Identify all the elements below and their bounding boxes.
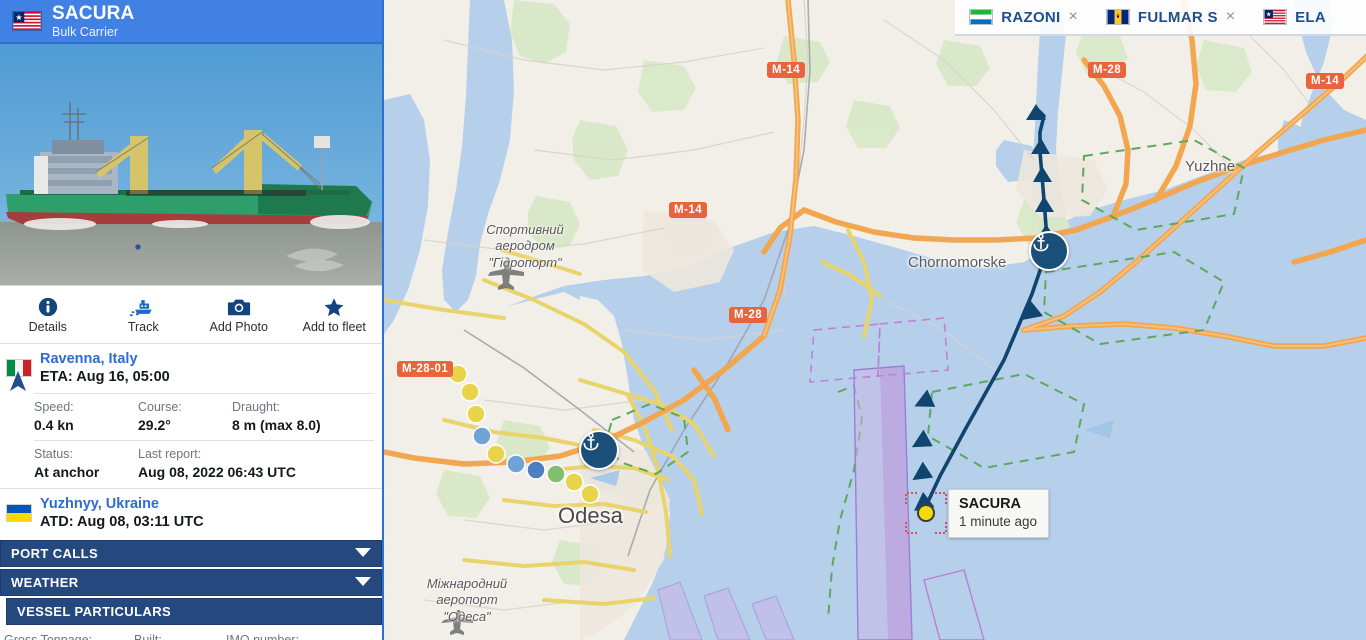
map-label-odesa: Odesa — [558, 503, 623, 528]
anchor-glyph — [583, 432, 599, 451]
vessel-type: Bulk Carrier — [52, 24, 118, 39]
vessel-callout[interactable]: SACURA 1 minute ago — [948, 489, 1050, 538]
section-weather[interactable]: WEATHER — [0, 568, 382, 596]
gross-tonnage-cell: Gross Tonnage: 8890 — [0, 632, 134, 640]
road-shield-m14-a: M-14 — [767, 62, 806, 78]
section-label: PORT CALLS — [11, 545, 99, 561]
ukraine-flag-icon — [6, 503, 32, 522]
imo-number-cell: IMO number: 9497000 — [226, 632, 299, 640]
speed-value: 0.4 kn — [34, 416, 74, 433]
panel-header: SACURA Bulk Carrier — [0, 0, 382, 44]
vessel-name: SACURA — [52, 3, 135, 25]
anchor-glyph — [1033, 233, 1049, 252]
destination-eta: ETA: Aug 16, 05:00 — [40, 369, 170, 386]
built-label: Built: — [134, 632, 162, 640]
imo-number-label: IMO number: — [226, 632, 299, 640]
draught-value: 8 m (max 8.0) — [232, 416, 321, 433]
star-icon — [324, 297, 344, 316]
tab-label: ELA — [1295, 8, 1326, 26]
anchor-icon[interactable] — [579, 430, 619, 470]
road-shield-m28-a: M-28 — [1088, 62, 1127, 78]
map-label-yuzhne: Yuzhne — [1185, 158, 1236, 175]
status-value: At anchor — [34, 463, 100, 480]
course-label: Course: — [138, 400, 182, 415]
vessel-particulars-table: Gross Tonnage: 8890 Built: 2011 IMO numb… — [0, 625, 382, 640]
draught-label: Draught: — [232, 400, 280, 415]
tab-label: RAZONI — [1001, 8, 1061, 26]
tab-razoni[interactable]: RAZONI × — [955, 0, 1092, 36]
origin-port[interactable]: Yuzhnyy, Ukraine ATD: Aug 08, 03:11 UTC — [0, 487, 382, 538]
last-report-label: Last report: — [138, 447, 202, 462]
map-poi-hidroport: Спортивний аеродром "Гідропорт" — [486, 222, 564, 270]
route-arrow-icon — [10, 371, 26, 392]
last-report-value: Aug 08, 2022 06:43 UTC — [138, 463, 296, 480]
map-label-chornomorske: Chornomorske — [908, 254, 1007, 271]
action-label: Add to fleet — [302, 319, 366, 334]
draught-stat: Draught: 8 m (max 8.0) — [232, 399, 321, 434]
last-report-stat: Last report: Aug 08, 2022 06:43 UTC — [138, 446, 296, 481]
origin-atd: ATD: Aug 08, 03:11 UTC — [40, 513, 204, 530]
map-canvas[interactable]: Yuzhne Chornomorske Odesa Спортивний аер… — [384, 0, 1366, 640]
course-stat: Course: 29.2° — [138, 399, 232, 434]
track-button[interactable]: Track — [96, 286, 192, 343]
anchor-icon[interactable] — [1029, 231, 1069, 271]
barbados-flag-icon — [1105, 9, 1130, 25]
section-vessel-particulars[interactable]: VESSEL PARTICULARS — [6, 597, 382, 625]
liberia-flag-icon — [1263, 9, 1288, 25]
course-value: 29.2° — [138, 416, 171, 433]
stats-row-1: Speed: 0.4 kn Course: 29.2° Draught: 8 m… — [34, 393, 374, 440]
origin-port-name: Yuzhnyy, Ukraine — [40, 495, 159, 512]
tab-fulmar-s[interactable]: FULMAR S × — [1091, 0, 1250, 36]
add-photo-button[interactable]: Add Photo — [191, 286, 287, 343]
camera-icon — [227, 299, 250, 315]
ship-track-icon — [130, 299, 152, 316]
add-to-fleet-button[interactable]: Add to fleet — [287, 286, 383, 343]
gross-tonnage-label: Gross Tonnage: — [4, 632, 93, 640]
liberia-flag-icon — [12, 11, 42, 31]
tab-ela[interactable]: ELA — [1249, 0, 1366, 36]
action-label: Details — [28, 319, 67, 334]
vessel-callout-title: SACURA — [959, 496, 1022, 512]
sierra-leone-flag-icon — [969, 9, 994, 25]
speed-stat: Speed: 0.4 kn — [34, 399, 138, 434]
section-label: VESSEL PARTICULARS — [17, 603, 172, 619]
speed-label: Speed: — [34, 400, 74, 415]
vessel-photo[interactable] — [0, 44, 382, 286]
destination-port[interactable]: Ravenna, Italy ETA: Aug 16, 05:00 — [0, 344, 382, 393]
road-shield-m14-c: M-14 — [669, 202, 708, 218]
vessel-info-panel: SACURA Bulk Carrier Details Track Add Ph… — [0, 0, 384, 640]
section-port-calls[interactable]: PORT CALLS — [0, 539, 382, 567]
map-poi-odesa-airport: Міжнародний аеропорт "Одеса" — [426, 576, 508, 624]
vessel-callout-time: 1 minute ago — [959, 514, 1038, 530]
vesselfinder-app: Yuzhne Chornomorske Odesa Спортивний аер… — [0, 0, 1366, 640]
close-icon[interactable]: × — [1069, 9, 1078, 25]
details-button[interactable]: Details — [0, 286, 96, 343]
action-label: Track — [127, 319, 159, 334]
status-label: Status: — [34, 447, 73, 462]
voyage-summary: Ravenna, Italy ETA: Aug 16, 05:00 Speed: — [0, 344, 382, 538]
road-shield-m28-b: M-28 — [729, 307, 768, 323]
vessel-photo-image — [0, 44, 382, 285]
action-label: Add Photo — [209, 319, 268, 334]
vessel-position-marker[interactable] — [917, 504, 935, 522]
destination-port-name: Ravenna, Italy — [40, 351, 138, 367]
built-cell: Built: 2011 — [134, 632, 226, 640]
chevron-down-icon — [355, 577, 371, 587]
status-stat: Status: At anchor — [34, 446, 138, 481]
info-icon — [38, 297, 57, 316]
road-shield-m14-b: M-14 — [1306, 73, 1345, 89]
chevron-down-icon — [355, 548, 371, 558]
stats-row-2: Status: At anchor Last report: Aug 08, 2… — [34, 440, 374, 487]
action-bar: Details Track Add Photo Add to fleet — [0, 286, 382, 344]
tab-label: FULMAR S — [1137, 8, 1218, 26]
section-label: WEATHER — [11, 574, 79, 590]
map-graphics — [384, 0, 1366, 640]
close-icon[interactable]: × — [1226, 9, 1235, 25]
road-shield-m28-01: M-28-01 — [397, 361, 454, 377]
particulars-row: Gross Tonnage: 8890 Built: 2011 IMO numb… — [0, 629, 382, 640]
